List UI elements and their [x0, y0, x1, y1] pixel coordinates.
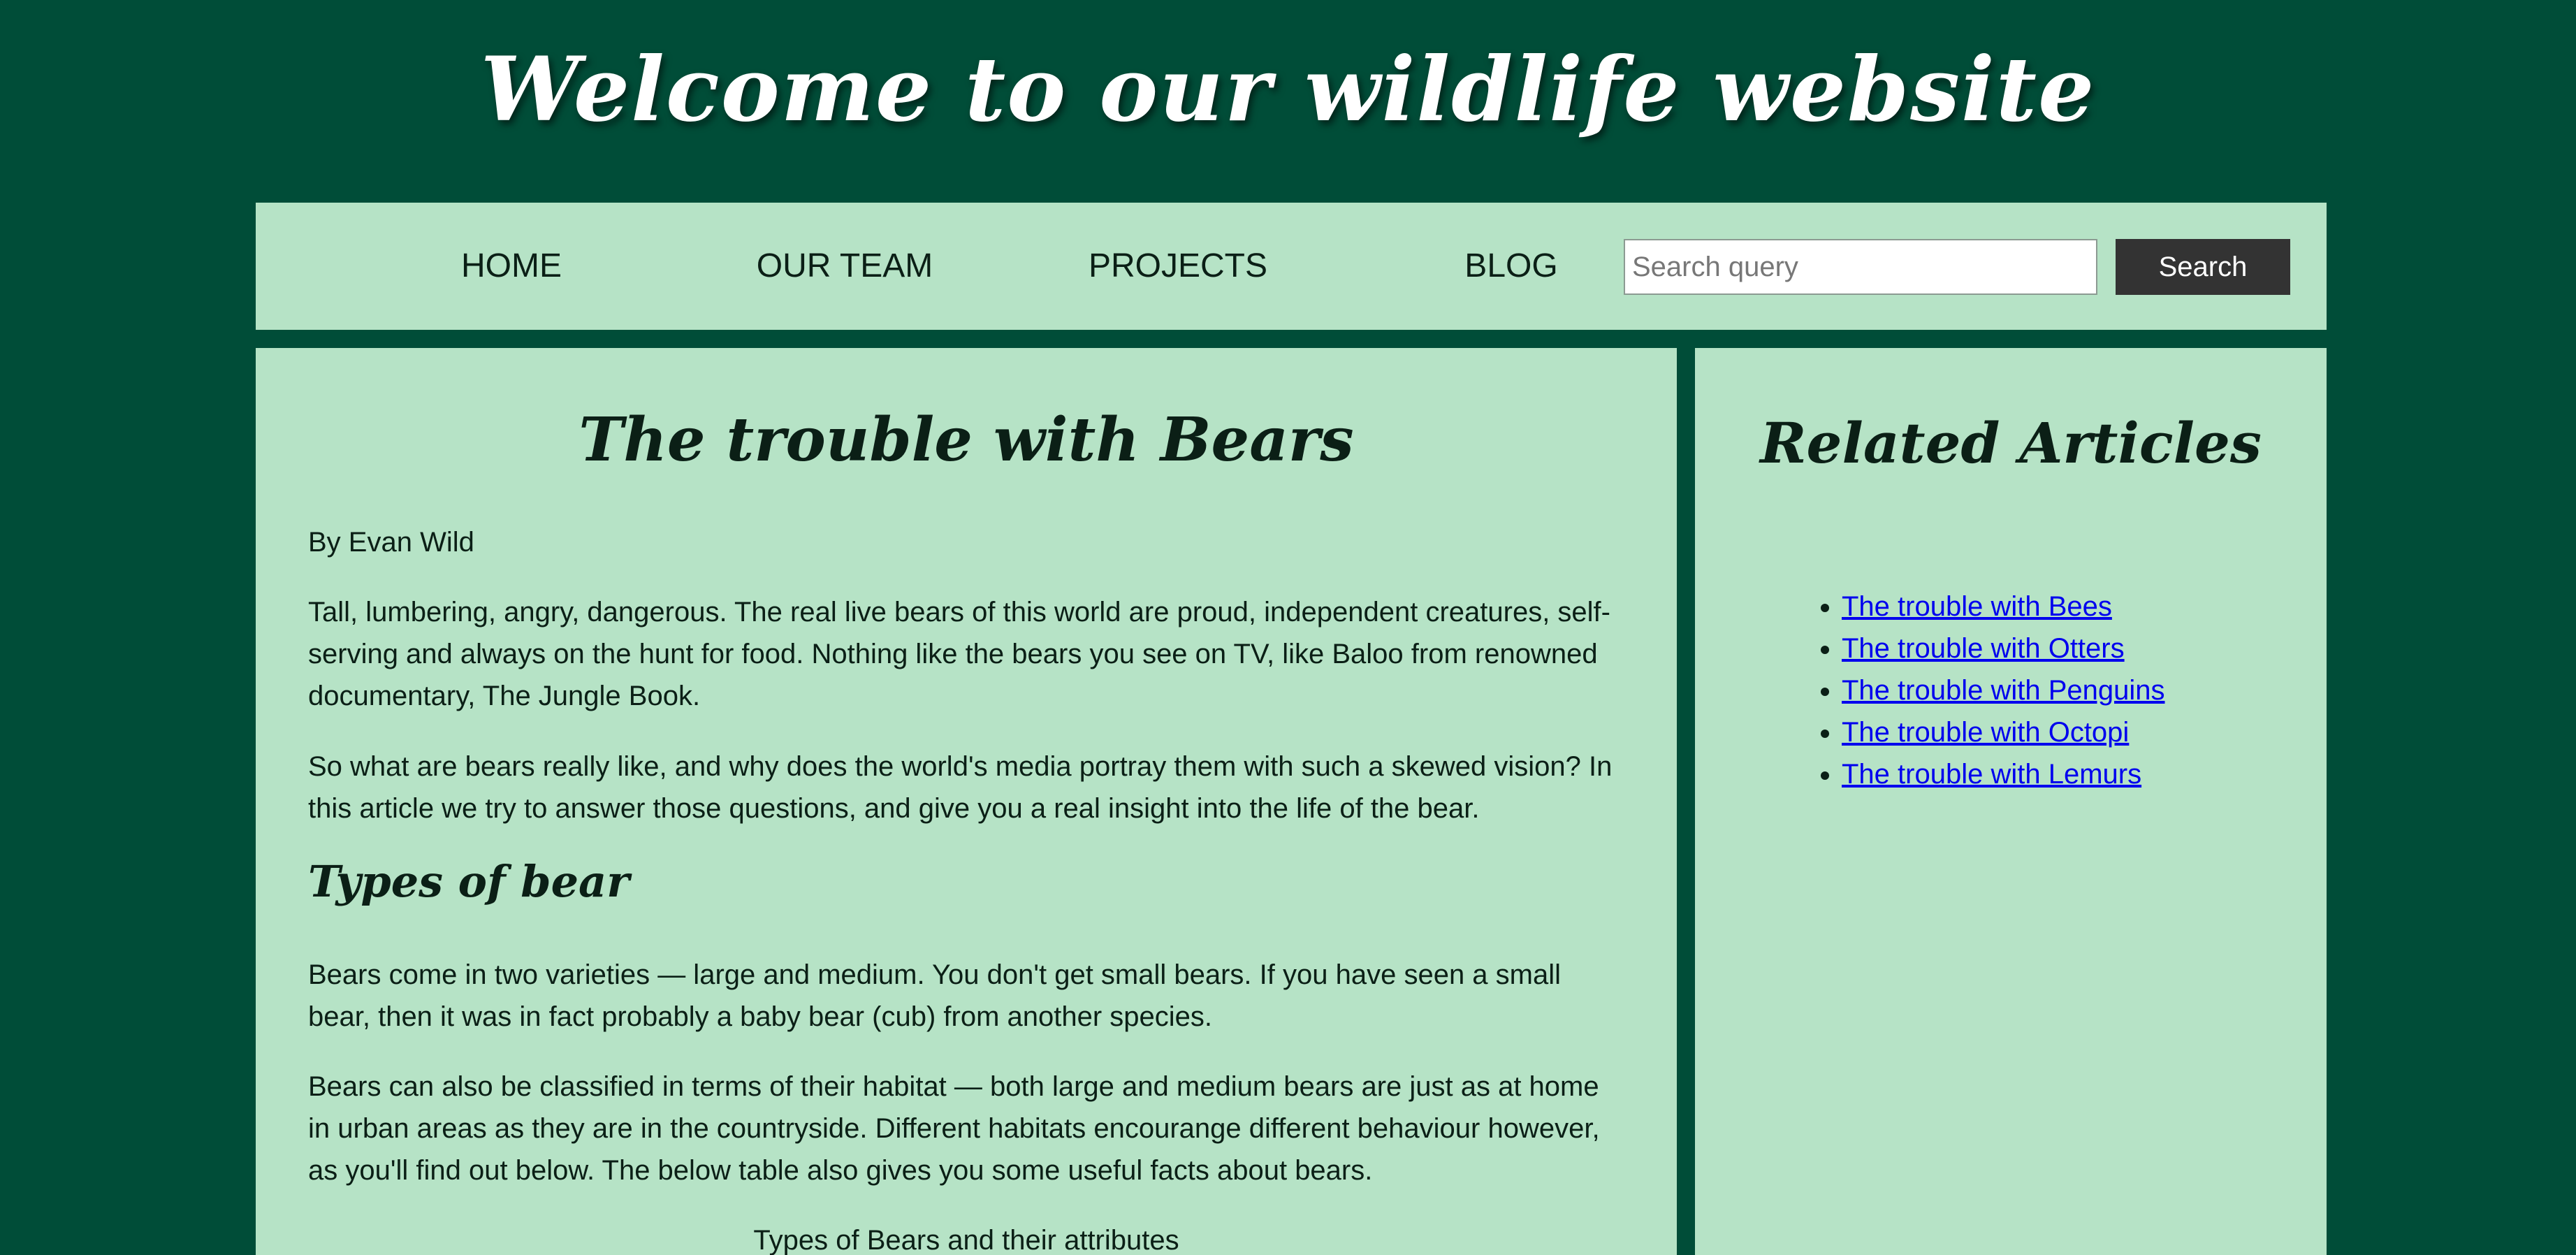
related-articles-list: The trouble with Bees The trouble with O…: [1817, 586, 2165, 795]
list-item: The trouble with Bees: [1842, 586, 2165, 628]
nav-item-our-team[interactable]: OUR TEAM: [678, 203, 1011, 330]
related-link-otters[interactable]: The trouble with Otters: [1842, 633, 2125, 664]
related-link-bees[interactable]: The trouble with Bees: [1842, 591, 2112, 622]
related-articles-sidebar: Related Articles The trouble with Bees T…: [1695, 348, 2327, 1255]
section-heading: Types of bear: [308, 856, 630, 907]
list-item: The trouble with Otters: [1842, 628, 2165, 669]
section-paragraph: Bears can also be classified in terms of…: [308, 1071, 1600, 1186]
nav-item-home[interactable]: HOME: [345, 203, 678, 330]
table-caption: Types of Bears and their attributes: [753, 1225, 1179, 1255]
related-link-lemurs[interactable]: The trouble with Lemurs: [1842, 759, 2141, 790]
list-item: The trouble with Octopi: [1842, 711, 2165, 753]
search-button[interactable]: Search: [2116, 239, 2290, 295]
section-paragraph: Bears come in two varieties — large and …: [308, 959, 1562, 1032]
site-title: Welcome to our wildlife website: [480, 38, 2096, 141]
related-link-octopi[interactable]: The trouble with Octopi: [1842, 717, 2129, 748]
list-item: The trouble with Penguins: [1842, 669, 2165, 711]
search-input[interactable]: [1624, 239, 2097, 295]
main-navigation: HOME OUR TEAM PROJECTS BLOG Search: [256, 203, 2327, 330]
article-title: The trouble with Bears: [578, 405, 1354, 475]
article-byline: By Evan Wild: [308, 527, 474, 558]
main-article: The trouble with Bears By Evan Wild Tall…: [256, 348, 1677, 1255]
article-paragraph: So what are bears really like, and why d…: [308, 751, 1613, 824]
related-articles-title: Related Articles: [1760, 410, 2262, 476]
article-paragraph: Tall, lumbering, angry, dangerous. The r…: [308, 597, 1610, 711]
nav-item-projects[interactable]: PROJECTS: [1012, 203, 1344, 330]
related-link-penguins[interactable]: The trouble with Penguins: [1842, 675, 2165, 706]
list-item: The trouble with Lemurs: [1842, 753, 2165, 795]
